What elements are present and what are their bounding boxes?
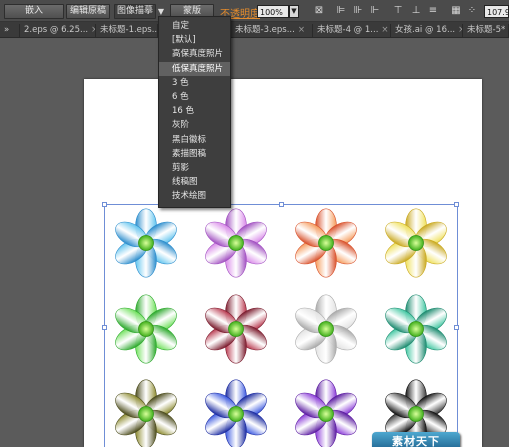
tab-document[interactable]: 2.eps @ 6.25...×	[20, 24, 96, 37]
align-left-icon[interactable]: ⊫	[335, 5, 347, 17]
resize-handle[interactable]	[454, 202, 459, 207]
tab-document[interactable]: 女孩.ai @ 16...×	[391, 24, 463, 37]
grid-icon[interactable]: ▦	[450, 5, 462, 17]
control-bar: 嵌入 编辑原稿 图像描摹 ▼ 蒙版 不透明度 100% ▼ ⊠ ⊫ ⊪ ⊩ ⊤ …	[0, 0, 509, 22]
tab-document[interactable]: 未标题-3.eps... ×	[231, 24, 313, 37]
menu-item-trace-preset[interactable]: 剪影	[159, 161, 230, 175]
reference-point-icon[interactable]: ⁘	[466, 5, 478, 17]
tab-document[interactable]: 未标题-1.eps...	[96, 24, 158, 37]
menu-item-trace-preset[interactable]: 高保真度照片	[159, 47, 230, 61]
resize-handle[interactable]	[454, 325, 459, 330]
menu-item-trace-preset[interactable]: 自定	[159, 19, 230, 33]
menu-item-trace-preset[interactable]: 技术绘图	[159, 189, 230, 203]
menu-item-trace-preset[interactable]: [默认]	[159, 33, 230, 47]
watermark-logo: 素材天下	[372, 432, 460, 447]
distribute-icon[interactable]: ≡	[427, 5, 439, 17]
align-middle-icon[interactable]: ⊥	[410, 5, 422, 17]
tab-document[interactable]: 未标题-5*	[463, 24, 509, 37]
edit-original-button[interactable]: 编辑原稿	[66, 4, 110, 19]
menu-item-trace-preset[interactable]: 6 色	[159, 90, 230, 104]
menu-item-trace-preset[interactable]: 3 色	[159, 76, 230, 90]
menu-item-trace-preset[interactable]: 16 色	[159, 104, 230, 118]
transform-icon[interactable]: ⊠	[313, 5, 325, 17]
document-tab-bar: » 2.eps @ 6.25...× 未标题-1.eps... 未标题-3.ep…	[0, 22, 509, 38]
menu-item-trace-preset[interactable]: 黑白徽标	[159, 133, 230, 147]
x-position-input[interactable]: 107.9	[484, 5, 509, 18]
tab-document[interactable]: 未标题-4 @ 1... ×	[313, 24, 391, 37]
opacity-input[interactable]: 100%	[257, 5, 289, 18]
image-trace-button[interactable]: 图像描摹	[114, 4, 156, 19]
align-top-icon[interactable]: ⊤	[392, 5, 404, 17]
trace-preset-menu: 自定 [默认] 高保真度照片 低保真度照片 3 色6 色 16 色灰阶 黑白徽标 素描图稿 剪影…	[158, 16, 231, 208]
align-center-icon[interactable]: ⊪	[352, 5, 364, 17]
opacity-dropdown-icon[interactable]: ▼	[289, 5, 299, 18]
close-icon[interactable]: ×	[381, 25, 388, 35]
resize-handle[interactable]	[279, 202, 284, 207]
canvas-area[interactable]: 素材天下	[0, 39, 509, 447]
close-icon[interactable]: ×	[298, 25, 305, 35]
tab-overflow[interactable]: »	[0, 24, 20, 37]
resize-handle[interactable]	[102, 202, 107, 207]
menu-item-trace-preset[interactable]: 低保真度照片	[159, 61, 230, 76]
menu-item-trace-preset[interactable]: 线稿图	[159, 175, 230, 189]
embed-button[interactable]: 嵌入	[4, 4, 64, 19]
resize-handle[interactable]	[102, 325, 107, 330]
align-right-icon[interactable]: ⊩	[369, 5, 381, 17]
selection-bounding-box[interactable]	[102, 202, 459, 447]
menu-item-trace-preset[interactable]: 灰阶	[159, 118, 230, 132]
menu-item-trace-preset[interactable]: 素描图稿	[159, 147, 230, 161]
